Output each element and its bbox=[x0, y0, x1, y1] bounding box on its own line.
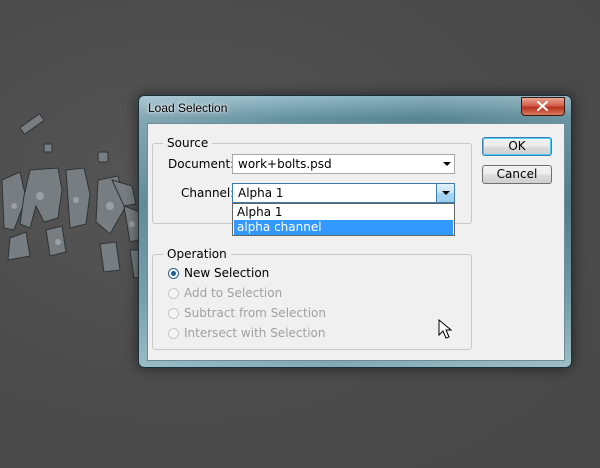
load-selection-dialog: Load Selection Source Document: work+bol… bbox=[138, 95, 572, 368]
radio-label: Subtract from Selection bbox=[184, 306, 326, 320]
channel-select[interactable]: Alpha 1 bbox=[232, 183, 455, 203]
radio-button-checked[interactable] bbox=[168, 268, 179, 279]
channel-dropdown-button[interactable] bbox=[436, 184, 454, 202]
close-button[interactable] bbox=[521, 97, 565, 116]
radio-button bbox=[168, 308, 179, 319]
cancel-button[interactable]: Cancel bbox=[482, 165, 552, 184]
ok-button[interactable]: OK bbox=[482, 137, 552, 156]
bolts-artwork bbox=[1, 113, 151, 279]
dialog-title: Load Selection bbox=[148, 101, 228, 115]
radio-button bbox=[168, 288, 179, 299]
channel-dropdown-list: Alpha 1 alpha channel bbox=[232, 203, 455, 236]
dialog-client-area: Source Document: work+bolts.psd Channel:… bbox=[147, 123, 565, 361]
document-value: work+bolts.psd bbox=[238, 157, 332, 171]
operation-group-label: Operation bbox=[163, 247, 231, 261]
radio-label: Intersect with Selection bbox=[184, 326, 326, 340]
radio-label: New Selection bbox=[184, 266, 270, 280]
radio-label: Add to Selection bbox=[184, 286, 283, 300]
source-group-label: Source bbox=[163, 136, 213, 150]
channel-option-alpha-1[interactable]: Alpha 1 bbox=[234, 205, 453, 220]
radio-button bbox=[168, 328, 179, 339]
document-label: Document: bbox=[168, 157, 235, 171]
channel-option-alpha-channel[interactable]: alpha channel bbox=[234, 220, 453, 235]
document-select[interactable]: work+bolts.psd bbox=[232, 154, 455, 174]
chevron-down-icon bbox=[442, 191, 450, 195]
channel-value: Alpha 1 bbox=[238, 186, 284, 200]
title-bar[interactable]: Load Selection bbox=[139, 96, 571, 122]
mouse-cursor-icon bbox=[438, 319, 452, 339]
chevron-down-icon bbox=[443, 162, 451, 166]
close-icon bbox=[537, 101, 548, 111]
channel-label: Channel: bbox=[181, 186, 235, 200]
